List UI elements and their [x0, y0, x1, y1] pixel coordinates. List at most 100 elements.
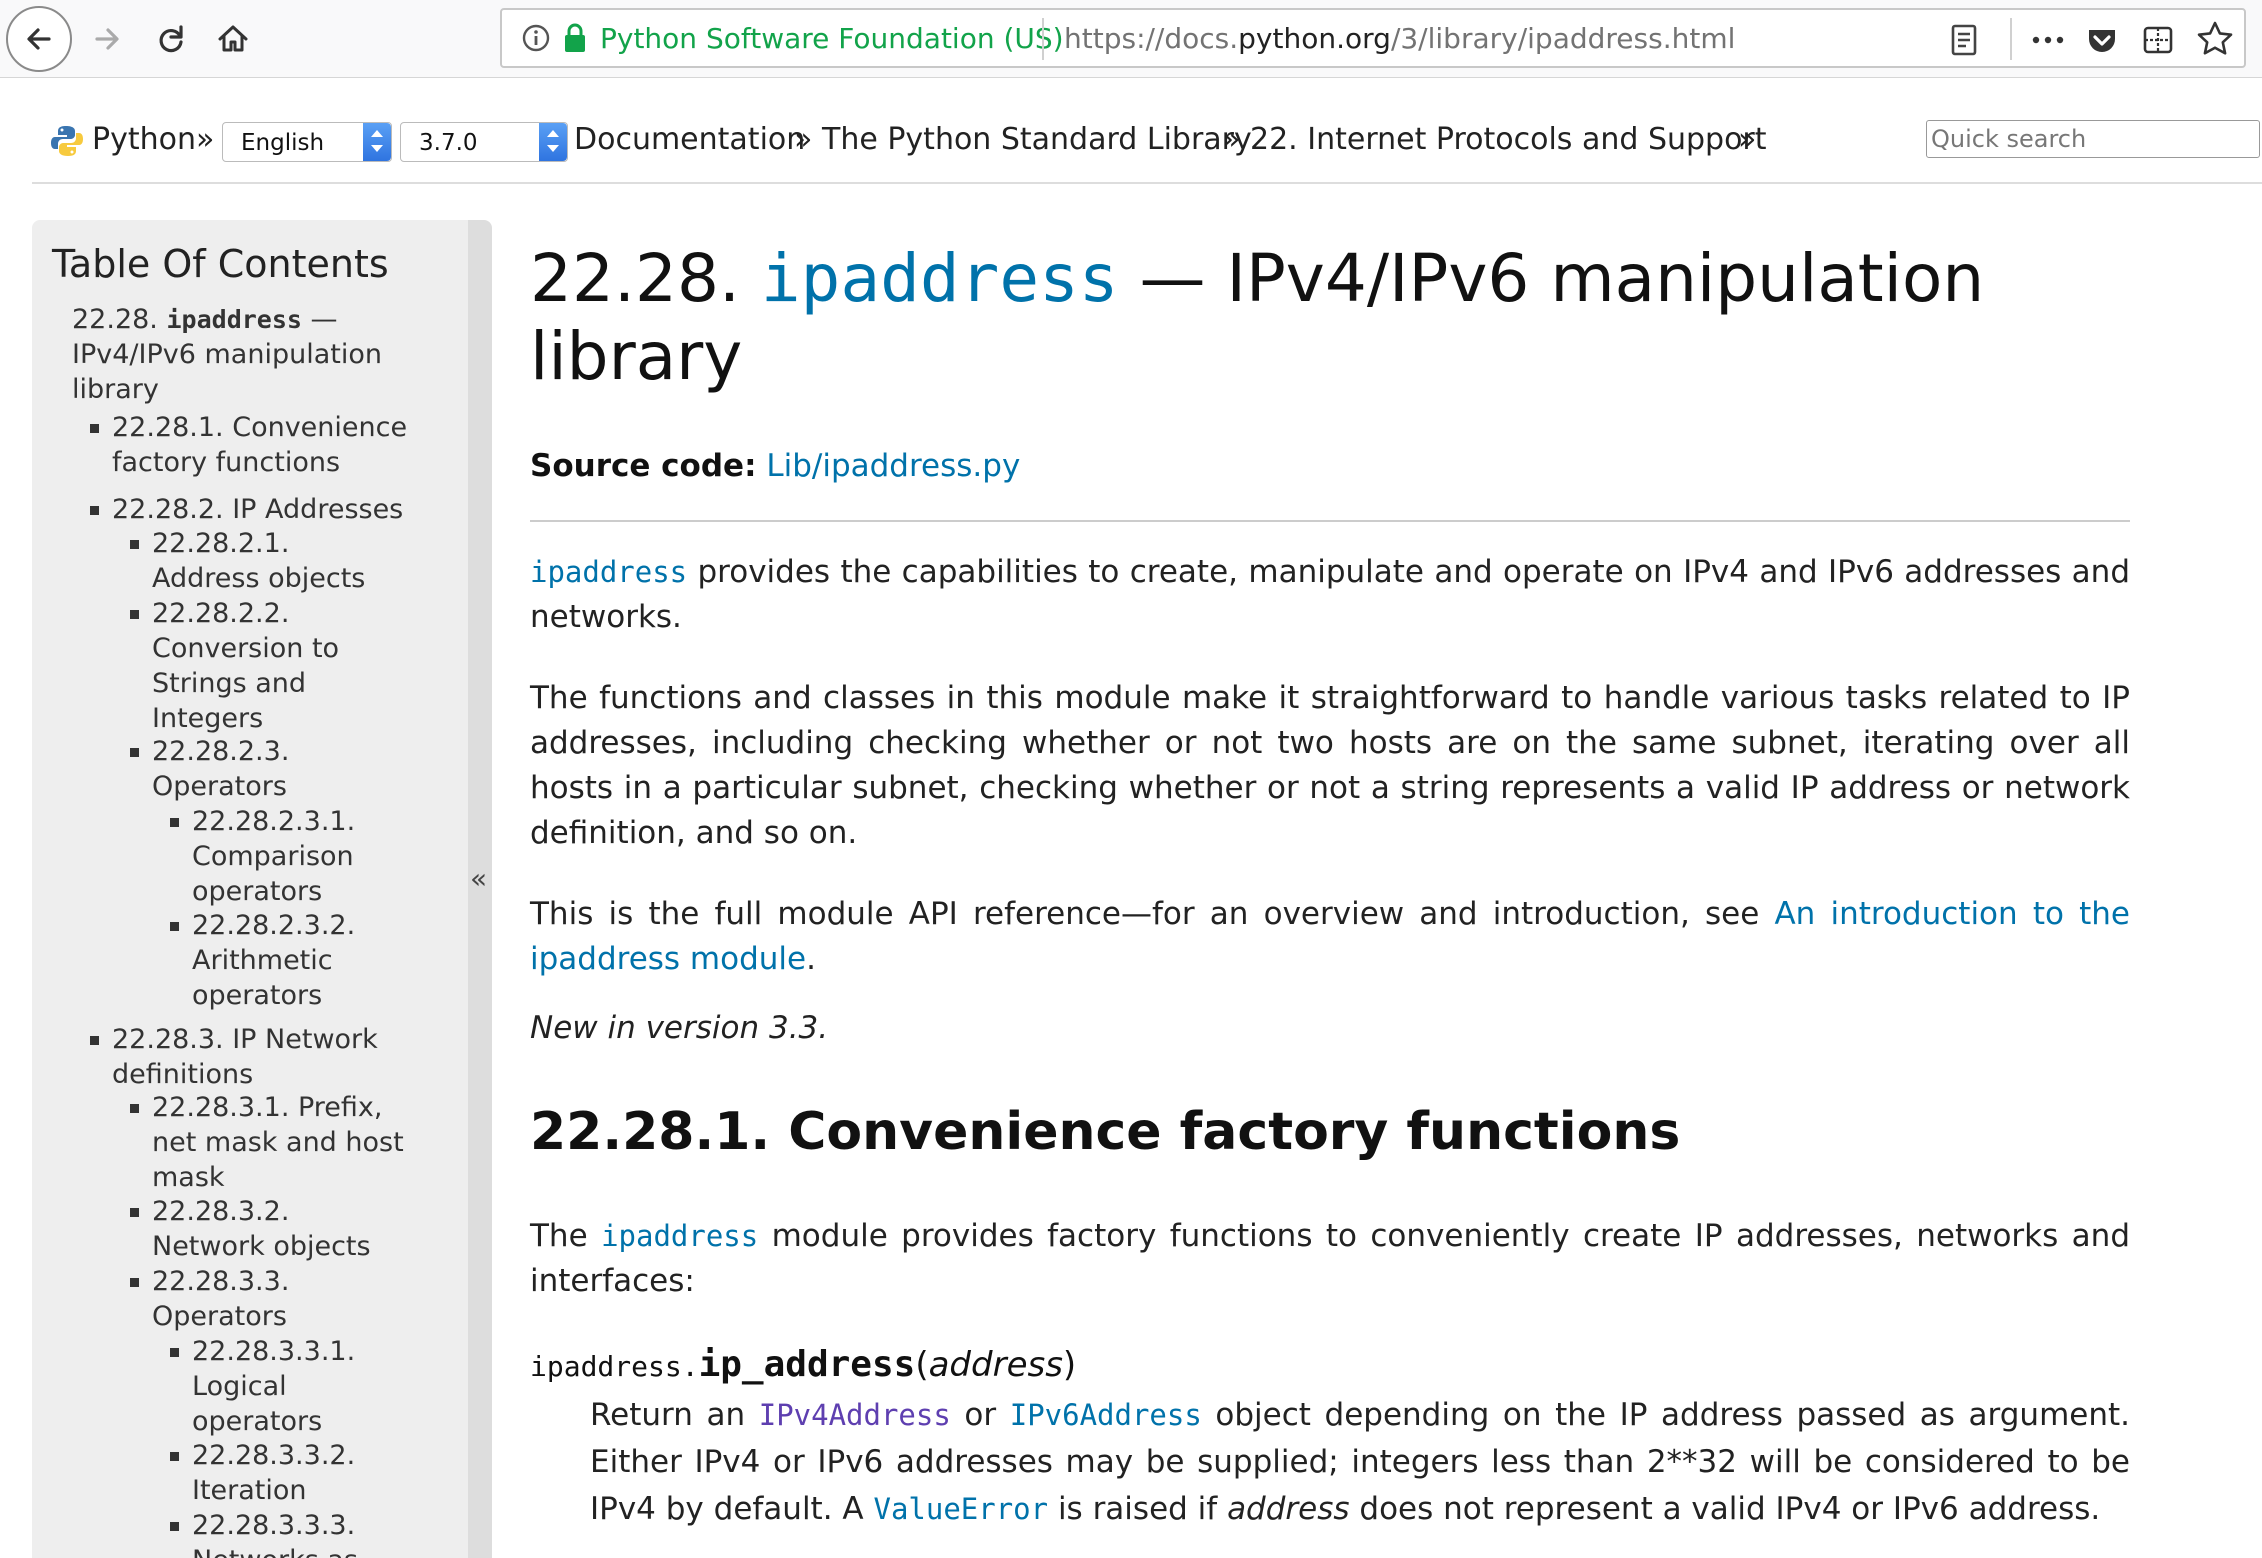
toc-item-line: Operators: [152, 771, 287, 802]
toc-item-line: factory functions: [112, 447, 341, 478]
desc-text: is raised if: [1048, 1491, 1228, 1527]
back-button[interactable]: [6, 6, 72, 72]
back-arrow-icon: [27, 28, 51, 50]
toc-item-line: 22.28.3. IP Network: [112, 1024, 378, 1055]
breadcrumb-documentation[interactable]: Documentation: [574, 122, 805, 157]
toc-item-network-objects[interactable]: 22.28.3.2. Network objects: [152, 1194, 371, 1264]
sidebar-collapse-button[interactable]: «: [470, 862, 487, 895]
lock-icon[interactable]: [562, 21, 588, 55]
toc-item-line: library: [72, 374, 159, 405]
breadcrumb-standard-library[interactable]: The Python Standard Library: [822, 122, 1252, 157]
bullet-icon: [170, 818, 179, 827]
breadcrumb-separator: »: [1222, 122, 1241, 157]
bookmark-star-icon[interactable]: [2194, 18, 2236, 60]
version-select[interactable]: 3.7.0: [400, 122, 568, 162]
bullet-icon: [90, 506, 99, 515]
toc-item-num: 22.28.: [72, 304, 158, 335]
url-bar[interactable]: Python Software Foundation (US) https://…: [500, 8, 2246, 68]
toc-item-network-operators[interactable]: 22.28.3.3. Operators: [152, 1264, 289, 1334]
bullet-icon: [130, 1208, 139, 1217]
toc-item-line: 22.28.3.3.2.: [192, 1440, 356, 1471]
breadcrumb-separator: »: [196, 122, 215, 157]
breadcrumb-python[interactable]: Python: [92, 122, 196, 157]
toc-item-line: 22.28.2.3.: [152, 736, 290, 767]
toc-item-ip-network[interactable]: 22.28.3. IP Network definitions: [112, 1022, 378, 1092]
factory-text-b: module provides factory functions to con…: [530, 1218, 2130, 1299]
toc-item-line: 22.28.3.3.: [152, 1266, 290, 1297]
version-note: New in version 3.3.: [530, 1006, 2130, 1051]
valueerror-link[interactable]: ValueError: [873, 1492, 1048, 1526]
forward-button[interactable]: [74, 6, 140, 72]
bullet-icon: [90, 424, 99, 433]
toc-item-address-objects[interactable]: 22.28.2.1. Address objects: [152, 526, 365, 596]
ipv4address-link[interactable]: IPv4Address: [759, 1398, 951, 1432]
toc-item-line: Comparison: [192, 841, 354, 872]
toc-item-prefix-netmask[interactable]: 22.28.3.1. Prefix, net mask and host mas…: [152, 1090, 404, 1195]
url-domain: python.org: [1238, 22, 1391, 55]
reference-text: This is the full module API reference—fo…: [530, 896, 1775, 932]
reload-button[interactable]: [138, 6, 204, 72]
toc-item-networks-as[interactable]: 22.28.3.3.3. Networks as: [192, 1508, 358, 1558]
forward-arrow-icon: [95, 28, 119, 50]
toc-item-line: operators: [192, 980, 323, 1011]
toc-item-ip-addresses[interactable]: 22.28.2. IP Addresses: [112, 492, 403, 527]
breadcrumb-internet-protocols[interactable]: 22. Internet Protocols and Support: [1250, 122, 1767, 157]
toc-item-line: 22.28.3.3.3.: [192, 1510, 356, 1541]
toc-item-line: Network objects: [152, 1231, 371, 1262]
toc-item-line: Logical: [192, 1371, 287, 1402]
bullet-icon: [130, 610, 139, 619]
language-select[interactable]: English: [222, 122, 392, 162]
intro-text: provides the capabilities to create, man…: [530, 554, 2130, 635]
ipv6address-link[interactable]: IPv6Address: [1010, 1398, 1202, 1432]
breadcrumb-separator: »: [1738, 122, 1757, 157]
source-code-line: Source code: Lib/ipaddress.py: [530, 448, 1020, 484]
description-paragraph: The functions and classes in this module…: [530, 680, 2130, 851]
toc-item-line: Operators: [152, 1301, 287, 1332]
function-signature: ipaddress.ip_address(address): [530, 1344, 1076, 1385]
quick-search-input[interactable]: [1926, 120, 2260, 158]
url-text[interactable]: https://docs.python.org/3/library/ipaddr…: [1064, 22, 1735, 55]
toc-item-logical-operators[interactable]: 22.28.3.3.1. Logical operators: [192, 1334, 355, 1439]
function-module-prefix: ipaddress.: [530, 1350, 699, 1383]
factory-paragraph: The ipaddress module provides factory fu…: [530, 1214, 2130, 1304]
info-icon[interactable]: [520, 22, 552, 54]
toc-item-line: 22.28.3.2.: [152, 1196, 290, 1227]
version-select-value: 3.7.0: [419, 130, 478, 156]
sidebar-toc: Table Of Contents 22.28. ipaddress — IPv…: [32, 220, 468, 1558]
toc-item-iteration[interactable]: 22.28.3.3.2. Iteration: [192, 1438, 355, 1508]
function-description: Return an IPv4Address or IPv6Address obj…: [590, 1392, 2130, 1533]
paren-close: ): [1062, 1345, 1077, 1385]
divider: [530, 520, 2130, 522]
site-identity[interactable]: Python Software Foundation (US): [600, 22, 1064, 55]
page-title: 22.28. ipaddress — IPv4/IPv6 manipulatio…: [530, 240, 2030, 396]
ipaddress-code-link[interactable]: ipaddress: [601, 1219, 758, 1253]
toc-item-line: 22.28.2.2.: [152, 598, 290, 629]
toc-item-comparison-operators[interactable]: 22.28.2.3.1. Comparison operators: [192, 804, 355, 909]
bullet-icon: [130, 748, 139, 757]
home-button[interactable]: [200, 6, 266, 72]
toc-item-operators[interactable]: 22.28.2.3. Operators: [152, 734, 289, 804]
desc-text: Return an: [590, 1397, 759, 1433]
source-code-link[interactable]: Lib/ipaddress.py: [766, 448, 1020, 484]
toc-item-line: Integers: [152, 703, 264, 734]
toc-item-line: Address objects: [152, 563, 366, 594]
toc-item-arithmetic-operators[interactable]: 22.28.2.3.2. Arithmetic operators: [192, 908, 355, 1013]
factory-text-a: The: [530, 1218, 602, 1254]
toc-item-conversion[interactable]: 22.28.2.2. Conversion to Strings and Int…: [152, 596, 339, 736]
ipaddress-code-link[interactable]: ipaddress: [530, 555, 687, 589]
toc-item-module[interactable]: 22.28. ipaddress — IPv4/IPv6 manipulatio…: [72, 302, 382, 407]
toc-item-convenience-factory[interactable]: 22.28.1. Convenience factory functions: [112, 410, 407, 480]
reference-end: .: [806, 941, 816, 977]
paren-open: (: [915, 1345, 929, 1385]
bullet-icon: [130, 540, 139, 549]
reader-view-icon[interactable]: [1944, 20, 1984, 60]
bullet-icon: [170, 1348, 179, 1357]
url-path: /3/library/ipaddress.html: [1390, 22, 1736, 55]
toc-item-line: Conversion to: [152, 633, 340, 664]
pocket-icon[interactable]: [2082, 20, 2122, 60]
toc-item-line: definitions: [112, 1059, 254, 1090]
more-actions-icon[interactable]: [2026, 20, 2070, 60]
screenshot-icon[interactable]: [2138, 20, 2178, 60]
reference-paragraph: This is the full module API reference—fo…: [530, 892, 2130, 982]
toc-item-line: Networks as: [192, 1543, 358, 1558]
